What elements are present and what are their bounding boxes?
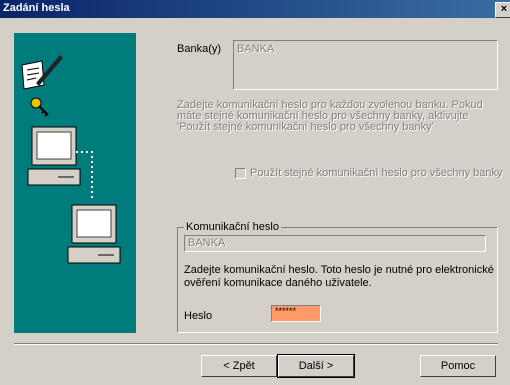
bank-list-item: BANKA xyxy=(237,43,275,55)
bank-label: Banka(y) xyxy=(177,43,222,55)
separator xyxy=(14,343,498,345)
password-input[interactable]: ****** xyxy=(271,305,321,322)
close-button[interactable]: × xyxy=(495,2,510,18)
password-mask: ****** xyxy=(275,306,297,316)
back-button-label: < Zpět xyxy=(223,360,255,372)
group-title: Komunikační heslo xyxy=(184,221,281,233)
same-password-checkbox[interactable] xyxy=(235,168,246,179)
help-button-label: Pomoc xyxy=(440,360,476,372)
next-button-label: Další > xyxy=(298,360,334,372)
title-bar: Zadání hesla × xyxy=(0,0,510,18)
password-label: Heslo xyxy=(184,310,213,322)
group-bank-field: BANKA xyxy=(184,235,486,252)
password-description: Zadejte komunikační heslo. Toto heslo je… xyxy=(184,264,494,289)
group-bank-value: BANKA xyxy=(188,237,226,249)
window-title: Zadání hesla xyxy=(3,2,70,14)
back-button[interactable]: < Zpět xyxy=(201,355,277,377)
bank-list[interactable]: BANKA xyxy=(233,40,498,90)
wizard-illustration xyxy=(14,33,136,333)
next-button[interactable]: Další > xyxy=(277,354,355,378)
help-button[interactable]: Pomoc xyxy=(420,355,496,377)
key-icon xyxy=(30,97,49,117)
document-pen-icon xyxy=(21,55,63,90)
computer-icon xyxy=(27,126,81,186)
info-text: Zadejte komunikační heslo pro každou zvo… xyxy=(177,99,483,133)
computer-icon xyxy=(67,204,121,264)
same-password-label: Použít stejné komunikační heslo pro všec… xyxy=(250,167,503,179)
